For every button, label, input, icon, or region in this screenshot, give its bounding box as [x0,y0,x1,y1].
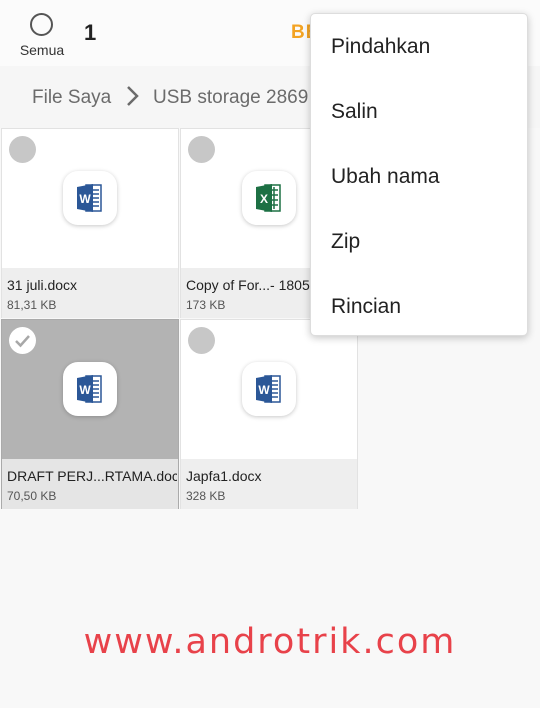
file-tile[interactable]: W 31 juli.docx 81,31 KB [1,128,179,318]
select-all-label: Semua [19,42,65,58]
menu-item-copy[interactable]: Salin [331,100,378,124]
chevron-right-icon [127,86,139,106]
file-size: 70,50 KB [7,489,57,503]
svg-text:W: W [79,383,91,397]
selected-count: 1 [84,20,97,45]
breadcrumb-current[interactable]: USB storage 2869 [153,87,308,109]
svg-text:X: X [260,192,268,206]
select-all-checkbox[interactable]: Semua [14,10,70,60]
unchecked-circle-icon[interactable] [188,136,215,163]
menu-item-move[interactable]: Pindahkan [331,35,430,59]
menu-item-rename[interactable]: Ubah nama [331,165,440,189]
file-size: 173 KB [186,298,226,312]
overflow-menu: Pindahkan Salin Ubah nama Zip Rincian [310,13,528,336]
file-name: 31 juli.docx [7,277,78,293]
file-name: Japfa1.docx [186,468,262,484]
file-info: DRAFT PERJ...RTAMA.docx 70,50 KB [2,459,178,509]
excel-spreadsheet-icon: X [242,171,296,225]
unchecked-circle-icon[interactable] [9,136,36,163]
file-size: 81,31 KB [7,298,57,312]
word-document-icon: W [63,171,117,225]
file-tile[interactable]: W Japfa1.docx 328 KB [180,319,358,509]
file-info: 31 juli.docx 81,31 KB [2,268,178,318]
word-document-icon: W [63,362,117,416]
select-all-circle-icon [30,13,53,36]
menu-item-details[interactable]: Rincian [331,295,401,319]
watermark-text: www.androtrik.com [83,622,457,662]
file-size: 328 KB [186,489,226,503]
file-name: DRAFT PERJ...RTAMA.docx [7,468,177,484]
checked-circle-icon[interactable] [9,327,36,354]
word-document-icon: W [242,362,296,416]
unchecked-circle-icon[interactable] [188,327,215,354]
svg-text:W: W [258,383,270,397]
menu-item-zip[interactable]: Zip [331,230,360,254]
file-tile-selected[interactable]: W DRAFT PERJ...RTAMA.docx 70,50 KB [1,319,179,509]
file-info: Japfa1.docx 328 KB [181,459,357,509]
svg-text:W: W [79,192,91,206]
breadcrumb-root[interactable]: File Saya [32,87,111,109]
